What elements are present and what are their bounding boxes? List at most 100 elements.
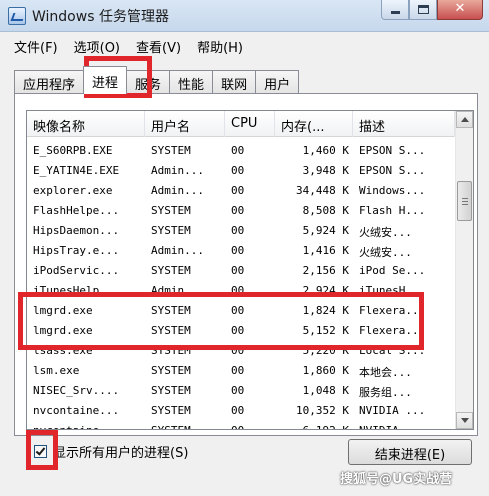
cell-cpu: 00 (231, 284, 245, 297)
cell-user: Admin... (151, 164, 204, 177)
scroll-down-button[interactable] (456, 412, 473, 429)
end-process-button[interactable]: 结束进程(E) (348, 439, 472, 465)
close-button[interactable]: ✕ (437, 0, 483, 20)
cell-name: lmgrd.exe (33, 304, 93, 317)
process-row[interactable]: iTunesHelp... Admin... 00 2,924 K iTunesH... (27, 281, 455, 301)
cell-user: SYSTEM (151, 144, 191, 157)
process-row[interactable]: E_S60RPB.EXE SYSTEM 00 1,460 K EPSON S... (27, 141, 455, 161)
show-all-users-option[interactable]: 显示所有用户的进程(S) (34, 442, 188, 461)
title-bar[interactable]: Windows 任务管理器 ✕ (0, 0, 489, 32)
menu-bar: 文件(F) 选项(O) 查看(V) 帮助(H) (0, 33, 489, 57)
cell-name: lsass.exe (33, 344, 93, 357)
cell-name: E_S60RPB.EXE (33, 144, 113, 157)
arrow-down-icon (461, 418, 469, 423)
minimize-button[interactable] (381, 0, 409, 20)
process-row[interactable]: nvcontaine... SYSTEM 00 10,352 K NVIDIA ... (27, 401, 455, 421)
cell-mem: 1,460 K (302, 144, 349, 157)
tab-networking[interactable]: 联网 (212, 70, 257, 94)
column-image-name[interactable]: 映像名称 (27, 111, 145, 137)
cell-desc: NVIDIA ... (359, 404, 426, 417)
task-manager-icon (8, 7, 26, 25)
cell-desc: 火绒安... (359, 226, 412, 239)
column-cpu[interactable]: CPU (225, 111, 275, 137)
cell-cpu: 00 (231, 264, 245, 277)
cell-user: SYSTEM (151, 324, 191, 337)
cell-name: NISEC_Srv.... (33, 384, 120, 397)
cell-desc: Flexera... (359, 324, 426, 337)
cell-desc: iTunesH... (359, 284, 426, 297)
menu-view[interactable]: 查看(V) (130, 33, 187, 57)
tab-users[interactable]: 用户 (255, 70, 300, 94)
cell-mem: 2,924 K (302, 284, 349, 297)
grip-line (462, 204, 468, 205)
process-row[interactable]: FlashHelpe... SYSTEM 00 8,508 K Flash H... (27, 201, 455, 221)
cell-mem: 5,152 K (302, 324, 349, 337)
column-description[interactable]: 描述 (353, 111, 455, 137)
arrow-up-icon (461, 117, 469, 122)
cell-desc: Windows... (359, 184, 426, 197)
cell-desc: 本地会... (359, 366, 412, 379)
cell-cpu: 00 (231, 244, 245, 257)
cell-desc: 服务组... (359, 386, 412, 399)
cell-mem: 1,824 K (302, 304, 349, 317)
cell-user: SYSTEM (151, 304, 191, 317)
cell-name: HipsTray.e... (33, 244, 120, 257)
maximize-button[interactable] (409, 0, 437, 20)
tab-strip: 应用程序 进程 服务 性能 联网 用户 (14, 66, 300, 94)
menu-help[interactable]: 帮助(H) (191, 33, 249, 57)
cell-name: nvcontaine... (33, 404, 120, 417)
cell-mem: 3,948 K (302, 164, 349, 177)
minimize-icon (391, 11, 400, 14)
process-row[interactable]: nvcontaine...SYSTEM006,192 KNVIDIA ... (27, 421, 455, 429)
process-row[interactable]: lmgrd.exe SYSTEM 00 5,152 K Flexera... (27, 321, 455, 341)
column-memory[interactable]: 内存(... (275, 111, 353, 137)
cell-user: SYSTEM (151, 224, 191, 237)
cell-cpu: 00 (225, 421, 275, 429)
cell-cpu: 00 (231, 164, 245, 177)
cell-desc: iPod Se... (359, 264, 426, 277)
list-header: 映像名称 用户名 CPU 内存(... 描述 (27, 111, 455, 137)
process-row[interactable]: explorer.exe Admin... 00 34,448 K Windows... (27, 181, 455, 201)
tab-services[interactable]: 服务 (126, 70, 171, 94)
cell-cpu: 00 (231, 204, 245, 217)
cell-user: Admin... (151, 184, 204, 197)
scroll-thumb[interactable] (457, 181, 472, 221)
show-all-users-checkbox[interactable] (34, 445, 47, 458)
process-row[interactable]: HipsDaemon... SYSTEM 00 5,924 K 火绒安... (27, 221, 455, 241)
menu-file[interactable]: 文件(F) (8, 33, 64, 57)
tab-applications[interactable]: 应用程序 (14, 70, 85, 94)
cell-user: SYSTEM (151, 204, 191, 217)
scroll-up-button[interactable] (456, 111, 473, 128)
close-icon: ✕ (454, 1, 466, 16)
cell-user: Admin... (151, 284, 204, 297)
column-user-name[interactable]: 用户名 (145, 111, 225, 137)
show-all-users-label: 显示所有用户的进程(S) (53, 446, 189, 461)
process-row[interactable]: HipsTray.e... Admin... 00 1,416 K 火绒安... (27, 241, 455, 261)
cell-mem: 1,048 K (302, 384, 349, 397)
cell-name: lsm.exe (33, 364, 80, 377)
cell-user: SYSTEM (151, 264, 191, 277)
cell-user: SYSTEM (151, 364, 191, 377)
process-row[interactable]: lsass.exe SYSTEM 00 5,220 K Local S... (27, 341, 455, 361)
tab-processes[interactable]: 进程 (83, 66, 128, 94)
cell-mem: 5,220 K (302, 344, 349, 357)
process-row[interactable]: lmgrd.exe SYSTEM 00 1,824 K Flexera... (27, 301, 455, 321)
process-row[interactable]: E_YATIN4E.EXE Admin... 00 3,948 K EPSON S... (27, 161, 455, 181)
cell-name: explorer.exe (33, 184, 113, 197)
checkmark-icon (35, 445, 46, 456)
process-row[interactable]: lsm.exe SYSTEM 00 1,860 K 本地会... (27, 361, 455, 381)
watermark: 搜狐号@UG实战营 (340, 472, 453, 487)
cell-name: lmgrd.exe (33, 324, 93, 337)
cell-cpu: 00 (231, 404, 245, 417)
menu-options[interactable]: 选项(O) (68, 33, 126, 57)
cell-user: SYSTEM (145, 421, 225, 429)
process-row[interactable]: iPodServic... SYSTEM 00 2,156 K iPod Se... (27, 261, 455, 281)
tab-performance[interactable]: 性能 (169, 70, 214, 94)
process-row[interactable]: NISEC_Srv.... SYSTEM 00 1,048 K 服务组... (27, 381, 455, 401)
process-list[interactable]: 映像名称 用户名 CPU 内存(... 描述 E_S60RPB.EXE SYSTE… (26, 110, 474, 430)
vertical-scrollbar[interactable] (455, 111, 473, 429)
cell-cpu: 00 (231, 304, 245, 317)
cell-desc: Local S... (359, 344, 426, 357)
cell-cpu: 00 (231, 224, 245, 237)
cell-mem: 34,448 K (296, 184, 349, 197)
